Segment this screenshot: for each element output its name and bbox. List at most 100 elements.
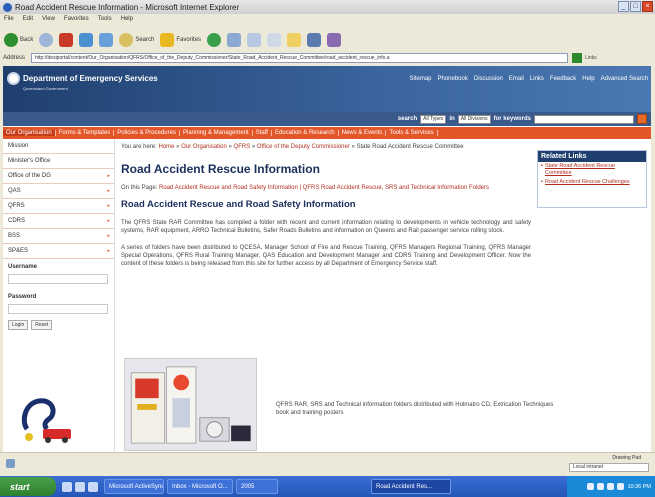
sidebar-item-cdrs[interactable]: CDRS ▸ <box>3 214 114 229</box>
menu-favorites[interactable]: Favorites <box>64 16 89 27</box>
chevron-icon: ▸ <box>107 173 110 179</box>
main-content: You are here: Home » Our Organisation » … <box>121 143 553 452</box>
ie-quicklaunch-icon[interactable] <box>62 481 72 492</box>
edit-icon[interactable] <box>307 33 322 47</box>
menu-file[interactable]: File <box>4 16 14 27</box>
menu-edit[interactable]: Edit <box>23 16 33 27</box>
mascot-illustration <box>21 398 71 443</box>
back-button[interactable]: Back <box>4 33 33 47</box>
sidebar-item-ministers-office[interactable]: Minister's Office <box>3 154 114 169</box>
breadcrumb-office-deputy[interactable]: Office of the Deputy Commissioner <box>257 144 350 150</box>
maximize-button[interactable]: □ <box>630 1 641 12</box>
nav-education-research[interactable]: Education & Research <box>272 130 339 136</box>
on-this-page-links[interactable]: Road Accident Rescue and Road Safety Inf… <box>159 185 489 191</box>
page-title: Road Accident Rescue Information <box>121 162 320 176</box>
ie-icon <box>3 2 12 12</box>
username-input[interactable] <box>8 274 108 284</box>
breadcrumb-home[interactable]: Home <box>158 144 174 150</box>
messenger-icon[interactable] <box>327 33 342 47</box>
keywords-input[interactable] <box>534 114 634 124</box>
menu-view[interactable]: View <box>42 16 55 27</box>
go-button[interactable] <box>572 53 582 63</box>
task-road-accident[interactable]: Road Accident Res... <box>371 479 451 494</box>
minimize-button[interactable]: _ <box>618 1 629 12</box>
menu-tools[interactable]: Tools <box>98 16 112 27</box>
bullet-icon: ▪ <box>541 163 543 169</box>
intro-paragraph: The QFRS State RAR Committee has compile… <box>121 220 531 234</box>
type-select[interactable]: All Types <box>420 114 447 124</box>
link-feedback[interactable]: Feedback <box>550 76 576 82</box>
distribution-paragraph: A series of folders have been distribute… <box>121 245 531 267</box>
link-discussion[interactable]: Discussion <box>474 76 503 82</box>
tooltip-text: Drawing Pad <box>612 455 641 461</box>
main-nav: Our Organisation Forms & Templates Polic… <box>3 127 651 139</box>
outlook-quicklaunch-icon[interactable] <box>75 481 85 492</box>
keywords-label: for keywords <box>493 116 531 122</box>
link-links[interactable]: Links <box>530 76 544 82</box>
link-email[interactable]: Email <box>509 76 524 82</box>
site-logo[interactable]: Department of Emergency Services Queensl… <box>7 72 158 91</box>
close-button[interactable]: × <box>642 1 653 12</box>
nav-forms-templates[interactable]: Forms & Templates <box>56 130 115 136</box>
site-header: Department of Emergency Services Queensl… <box>3 66 651 112</box>
username-label: Username <box>8 264 38 270</box>
title-bar: Road Accident Rescue Information - Micro… <box>0 0 655 14</box>
top-links: Sitemap Phonebook Discussion Email Links… <box>409 76 648 82</box>
search-label: search <box>397 116 418 122</box>
password-label: Password <box>8 294 37 300</box>
history-icon[interactable] <box>227 33 242 47</box>
menu-help[interactable]: Help <box>121 16 133 27</box>
nav-our-organisation[interactable]: Our Organisation <box>3 130 56 136</box>
task-activesync[interactable]: Microsoft ActiveSync <box>104 479 164 494</box>
sidebar-item-bss[interactable]: BSS ▸ <box>3 229 114 244</box>
sidebar-item-qfrs[interactable]: QFRS ▸ <box>3 199 114 214</box>
sidebar-item-spes[interactable]: SP&ES ▸ <box>3 244 114 259</box>
link-advanced-search[interactable]: Advanced Search <box>601 76 648 82</box>
address-input[interactable]: http://desiportal/content/Our_Organisati… <box>31 53 568 63</box>
related-link-item[interactable]: ▪ Road Accident Rescue Challenges <box>538 178 646 187</box>
page-status-icon <box>6 459 15 468</box>
breadcrumb-current: State Road Accident Rescue Committee <box>356 144 464 150</box>
sidebar-item-mission[interactable]: Mission <box>3 139 114 154</box>
desktop-quicklaunch-icon[interactable] <box>88 481 98 492</box>
link-help[interactable]: Help <box>582 76 594 82</box>
sidebar-item-office-of-dg[interactable]: Office of the DG ▸ <box>3 169 114 184</box>
refresh-icon[interactable] <box>79 33 94 47</box>
search-button[interactable]: Search <box>119 33 154 47</box>
nav-policies-procedures[interactable]: Policies & Procedures <box>114 130 180 136</box>
mail-icon[interactable] <box>247 33 262 47</box>
task-2005[interactable]: 2005 <box>236 479 278 494</box>
breadcrumb-our-organisation[interactable]: Our Organisation <box>181 144 227 150</box>
media-icon[interactable] <box>207 33 222 47</box>
nav-news-events[interactable]: News & Events <box>339 130 387 136</box>
sidebar-item-qas[interactable]: QAS ▸ <box>3 184 114 199</box>
folder-icon[interactable] <box>287 33 302 47</box>
links-label[interactable]: Links <box>585 55 655 61</box>
related-link-item[interactable]: ▪ State Road Accident Rescue Committee <box>538 162 646 178</box>
search-go-button[interactable] <box>637 114 647 124</box>
task-inbox[interactable]: Inbox - Microsoft O... <box>167 479 233 494</box>
breadcrumb-qfrs[interactable]: QFRS <box>234 144 251 150</box>
home-icon[interactable] <box>99 33 114 47</box>
print-icon[interactable] <box>267 33 282 47</box>
link-sitemap[interactable]: Sitemap <box>409 76 431 82</box>
tray-icon[interactable] <box>587 483 595 490</box>
nav-planning-management[interactable]: Planning & Management <box>180 130 253 136</box>
tray-icon[interactable] <box>597 483 605 490</box>
tray-icon[interactable] <box>617 483 625 490</box>
tray-icon[interactable] <box>607 483 615 490</box>
system-tray: 10:36 PM <box>567 476 655 497</box>
link-phonebook[interactable]: Phonebook <box>438 76 468 82</box>
forward-arrow-icon[interactable] <box>39 33 54 47</box>
division-select[interactable]: All Divisions <box>457 114 491 124</box>
nav-tools-services[interactable]: Tools & Services <box>386 130 438 136</box>
stop-icon[interactable] <box>59 33 74 47</box>
reset-button[interactable]: Reset <box>31 320 53 330</box>
star-icon <box>160 33 175 47</box>
start-button[interactable]: start <box>0 477 56 496</box>
nav-staff[interactable]: Staff <box>253 130 272 136</box>
password-input[interactable] <box>8 304 108 314</box>
folders-photo <box>124 358 257 451</box>
favorites-button[interactable]: Favorites <box>160 33 201 47</box>
login-button[interactable]: Login <box>8 320 29 330</box>
